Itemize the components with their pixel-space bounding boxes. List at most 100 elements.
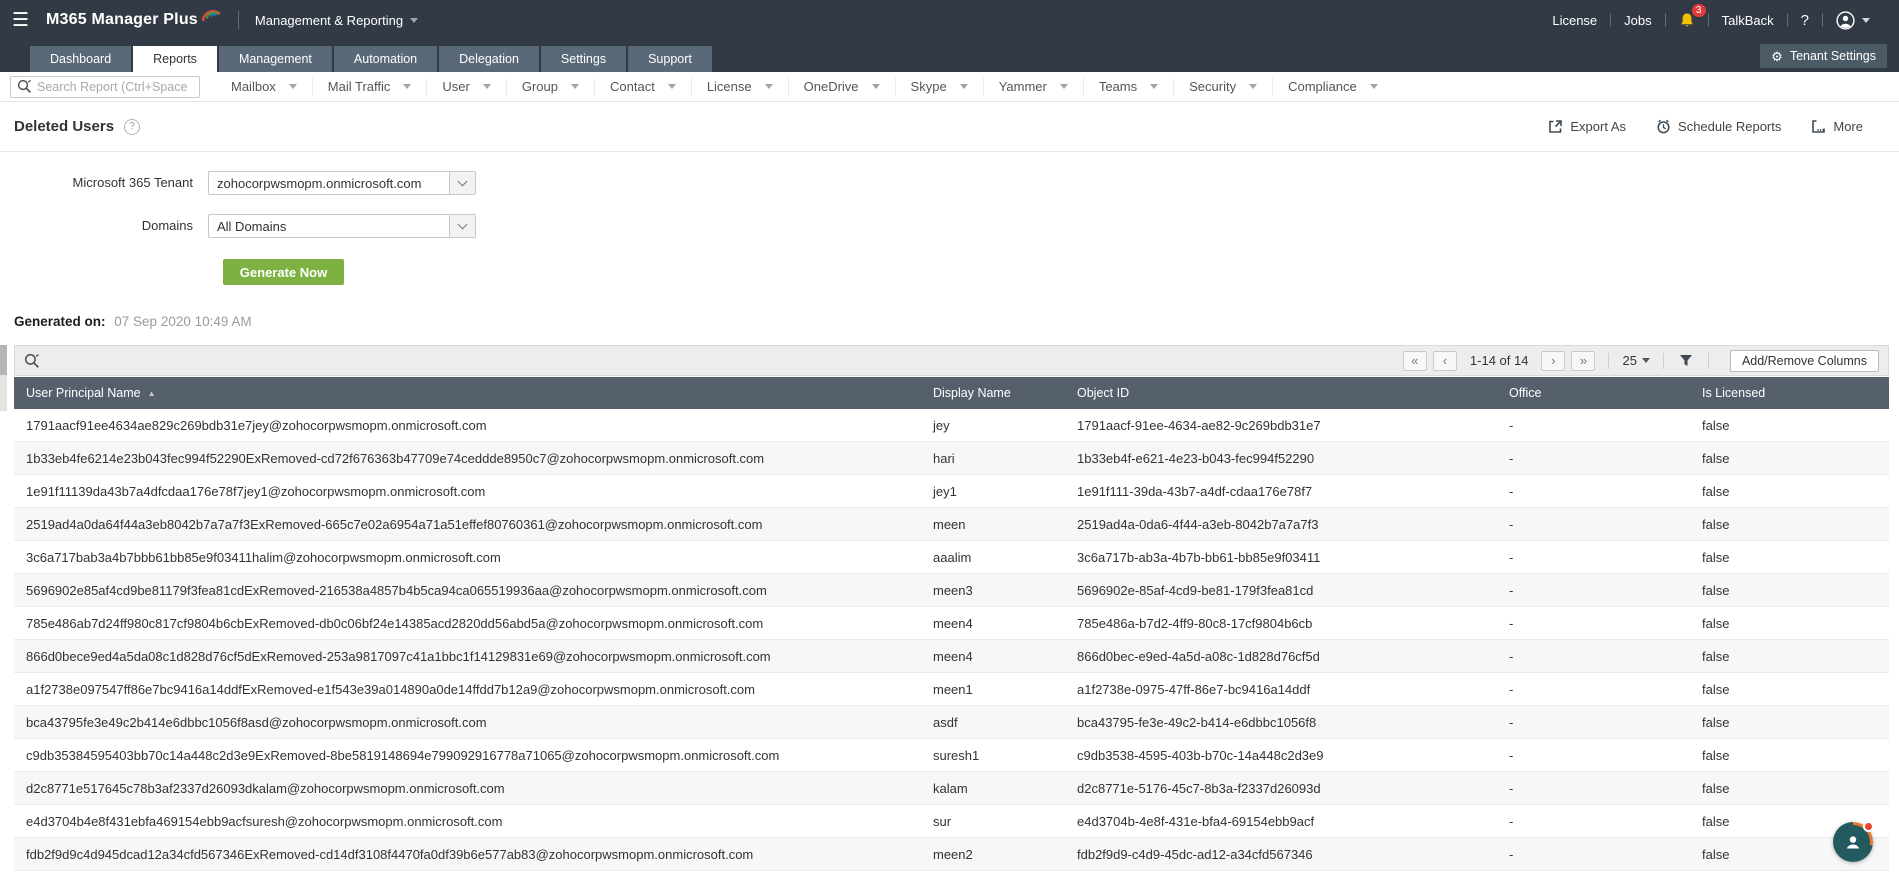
last-page-icon: » [1580, 354, 1587, 367]
add-remove-columns-button[interactable]: Add/Remove Columns [1730, 350, 1879, 372]
office-cell: - [1497, 838, 1690, 871]
next-page-button[interactable]: › [1541, 351, 1565, 371]
column-header-is-licensed[interactable]: Is Licensed [1690, 377, 1889, 409]
menu-label: Teams [1099, 79, 1137, 94]
table-search-icon[interactable] [24, 353, 40, 369]
schedule-reports-button[interactable]: Schedule Reports [1656, 119, 1781, 134]
more-button[interactable]: More [1811, 119, 1863, 134]
top-bar: ☰ M365 Manager Plus Management & Reporti… [0, 0, 1899, 40]
domains-select[interactable]: All Domains [208, 214, 476, 238]
column-header-display-name[interactable]: Display Name [921, 377, 1065, 409]
sort-asc-icon: ▲ [148, 389, 156, 398]
tab-delegation[interactable]: Delegation [439, 46, 539, 72]
menu-yammer[interactable]: Yammer [984, 78, 1084, 96]
upn-cell: e4d3704b4e8f431ebfa469154ebb9acfsuresh@z… [14, 805, 921, 838]
menu-security[interactable]: Security [1174, 78, 1273, 96]
menu-label: Yammer [999, 79, 1047, 94]
office-cell: - [1497, 574, 1690, 607]
column-header-office[interactable]: Office [1497, 377, 1690, 409]
office-cell: - [1497, 739, 1690, 772]
upn-cell: 5696902e85af4cd9be81179f3fea81cdExRemove… [14, 574, 921, 607]
report-nav-bar: MailboxMail Traffic User GroupContactLicen… [0, 72, 1899, 102]
menu-user[interactable]: User [427, 78, 506, 96]
office-cell: - [1497, 508, 1690, 541]
jobs-link[interactable]: Jobs [1611, 13, 1664, 28]
chevron-down-icon [458, 219, 468, 229]
column-header-object-id[interactable]: Object ID [1065, 377, 1497, 409]
report-help-button[interactable]: ? [124, 119, 140, 135]
display-name-cell: meen1 [921, 673, 1065, 706]
menu-teams[interactable]: Teams [1084, 78, 1174, 96]
display-name-cell: jey1 [921, 475, 1065, 508]
chevron-down-icon [403, 84, 411, 89]
filter-funnel-icon [1679, 354, 1693, 367]
license-link[interactable]: License [1539, 13, 1610, 28]
prev-page-icon: ‹ [1443, 354, 1447, 367]
header-divider [238, 11, 239, 29]
menu-skype[interactable]: Skype [896, 78, 984, 96]
display-name-cell: meen2 [921, 838, 1065, 871]
export-as-button[interactable]: Export As [1548, 119, 1626, 134]
menu-onedrive[interactable]: OneDrive [789, 78, 896, 96]
upn-cell: 1791aacf91ee4634ae829c269bdb31e7jey@zoho… [14, 409, 921, 442]
menu-license[interactable]: License [692, 78, 789, 96]
notifications-button[interactable]: 3 [1666, 12, 1708, 29]
table-row: e4d3704b4e8f431ebfa469154ebb9acfsuresh@z… [14, 805, 1889, 838]
menu-group[interactable]: Group [507, 78, 595, 96]
search-report-input[interactable] [37, 80, 187, 94]
chat-support-widget[interactable] [1833, 822, 1873, 862]
office-cell: - [1497, 772, 1690, 805]
table-row: fdb2f9d9c4d945dcad12a34cfd567346ExRemove… [14, 838, 1889, 871]
help-button[interactable]: ? [1788, 12, 1822, 29]
tab-settings[interactable]: Settings [541, 46, 626, 72]
object-id-cell: fdb2f9d9-c4d9-45dc-ad12-a34cfd567346 [1065, 838, 1497, 871]
filter-button[interactable] [1677, 354, 1695, 367]
tenant-select-value: zohocorpwsmopm.onmicrosoft.com [209, 176, 449, 191]
panel-resize-handle[interactable] [0, 345, 7, 411]
next-page-icon: › [1551, 354, 1555, 367]
more-icon [1811, 119, 1826, 134]
office-cell: - [1497, 673, 1690, 706]
page-size-dropdown[interactable]: 25 [1622, 353, 1649, 368]
display-name-cell: suresh1 [921, 739, 1065, 772]
table-row: d2c8771e517645c78b3af2337d26093dkalam@zo… [14, 772, 1889, 805]
table-row: 866d0bece9ed4a5da08c1d828d76cf5dExRemove… [14, 640, 1889, 673]
chevron-down-icon [960, 84, 968, 89]
tenant-select[interactable]: zohocorpwsmopm.onmicrosoft.com [208, 171, 476, 195]
table-row: a1f2738e097547ff86e7bc9416a14ddfExRemove… [14, 673, 1889, 706]
pagination-range: 1-14 of 14 [1470, 353, 1529, 368]
chevron-down-icon [571, 84, 579, 89]
tab-support[interactable]: Support [628, 46, 712, 72]
generated-on-value: 07 Sep 2020 10:49 AM [114, 314, 251, 329]
upn-cell: fdb2f9d9c4d945dcad12a34cfd567346ExRemove… [14, 838, 921, 871]
tenant-settings-button[interactable]: ⚙ Tenant Settings [1760, 44, 1887, 68]
column-header-user-principal-name[interactable]: User Principal Name▲ [14, 377, 921, 409]
last-page-button[interactable]: » [1571, 351, 1595, 371]
menu-mail-traffic[interactable]: Mail Traffic [313, 78, 428, 96]
search-report-box[interactable] [10, 76, 200, 98]
tab-automation[interactable]: Automation [334, 46, 437, 72]
module-dropdown[interactable]: Management & Reporting [255, 13, 418, 28]
menu-mailbox[interactable]: Mailbox [216, 78, 313, 96]
prev-page-button[interactable]: ‹ [1433, 351, 1457, 371]
object-id-cell: 1b33eb4f-e621-4e23-b043-fec994f52290 [1065, 442, 1497, 475]
talkback-link[interactable]: TalkBack [1709, 13, 1787, 28]
tab-management[interactable]: Management [219, 46, 332, 72]
upn-cell: 3c6a717bab3a4b7bbb61bb85e9f03411halim@zo… [14, 541, 921, 574]
menu-label: OneDrive [804, 79, 859, 94]
first-page-button[interactable]: « [1403, 351, 1427, 371]
account-menu-button[interactable] [1823, 11, 1883, 30]
table-row: 1791aacf91ee4634ae829c269bdb31e7jey@zoho… [14, 409, 1889, 442]
office-cell: - [1497, 640, 1690, 673]
menu-compliance[interactable]: Compliance [1273, 78, 1393, 96]
tab-dashboard[interactable]: Dashboard [30, 46, 131, 72]
display-name-cell: aaalim [921, 541, 1065, 574]
hamburger-menu-button[interactable]: ☰ [12, 9, 38, 32]
tab-reports[interactable]: Reports [133, 46, 217, 72]
menu-label: User [442, 79, 469, 94]
generate-now-button[interactable]: Generate Now [223, 259, 344, 285]
is-licensed-cell: false [1690, 475, 1889, 508]
menu-contact[interactable]: Contact [595, 78, 692, 96]
display-name-cell: hari [921, 442, 1065, 475]
office-cell: - [1497, 442, 1690, 475]
